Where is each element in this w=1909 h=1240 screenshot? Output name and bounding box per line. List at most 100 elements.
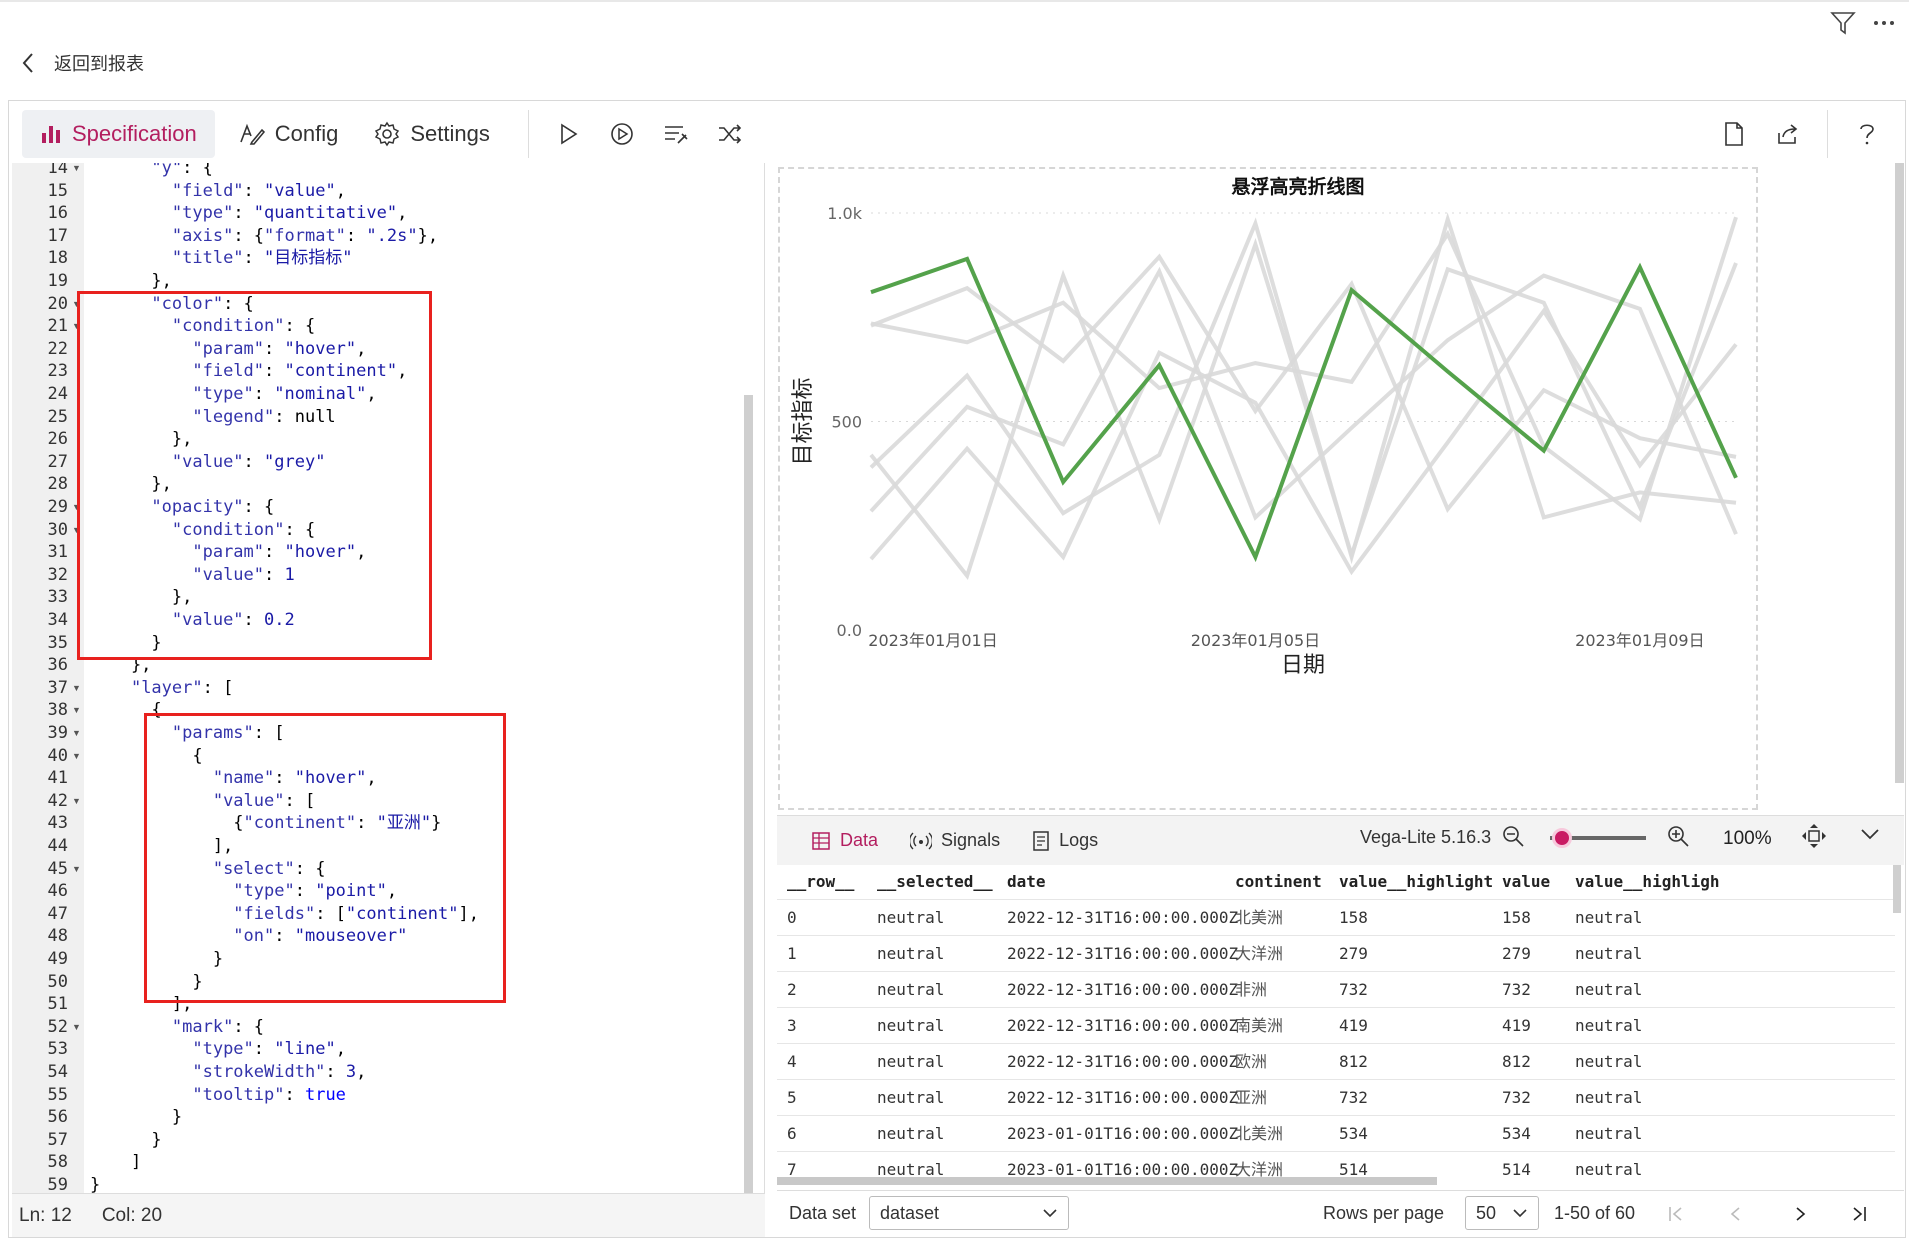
zoom-out-icon[interactable]	[1500, 823, 1526, 849]
line-number: 34	[47, 610, 68, 630]
table-row[interactable]: 2 neutral 2022-12-31T16:00:00.000Z 非洲 732 732…	[777, 971, 1895, 1007]
table-cell: 812	[1339, 1052, 1368, 1071]
table-cell: neutral	[1575, 1088, 1643, 1107]
previous-page-icon[interactable]	[1726, 1204, 1746, 1224]
zoom-in-icon[interactable]	[1665, 823, 1691, 849]
tab-signals[interactable]: Signals	[894, 820, 1016, 862]
help-button[interactable]	[1840, 110, 1894, 158]
table-row[interactable]: 1 neutral 2022-12-31T16:00:00.000Z 大洋洲 279 27…	[777, 935, 1895, 971]
line-number: 26	[47, 429, 68, 450]
table-cell: 534	[1502, 1124, 1531, 1143]
shuffle-button[interactable]	[703, 110, 757, 158]
fold-toggle-icon[interactable]: ▼	[72, 163, 81, 180]
next-page-icon[interactable]	[1790, 1204, 1810, 1224]
y-tick-label: 0.0	[837, 621, 862, 640]
table-cell: 5	[787, 1088, 797, 1107]
table-cell: 158	[1339, 908, 1368, 927]
table-cell: 2022-12-31T16:00:00.000Z	[1007, 944, 1239, 963]
code-line: ]	[90, 1152, 142, 1173]
table-cell: 534	[1339, 1124, 1368, 1143]
shuffle-icon	[718, 124, 741, 144]
data-table: __row__ __selected__ date continent value__h…	[777, 865, 1895, 1177]
fold-toggle-icon[interactable]: ▼	[72, 1016, 81, 1039]
series-line	[869, 212, 1737, 565]
cursor-line: Ln: 12	[19, 1204, 72, 1226]
table-cell: 279	[1339, 944, 1368, 963]
column-header[interactable]: date	[1007, 865, 1046, 899]
tab-config[interactable]: Config	[221, 110, 357, 158]
dataset-select[interactable]: dataset	[869, 1196, 1069, 1230]
table-row[interactable]: 3 neutral 2022-12-31T16:00:00.000Z 南美洲 419 41…	[777, 1007, 1895, 1043]
rows-per-page-select[interactable]: 50	[1465, 1196, 1539, 1230]
zoom-slider-handle[interactable]	[1551, 828, 1572, 848]
line-number: 27	[47, 451, 68, 472]
chart[interactable]: 悬浮高亮折线图 0.0 500 1.0k 目标指标 2023年01月01日 2023年01月…	[778, 163, 1888, 810]
share-button[interactable]	[1761, 110, 1815, 158]
line-number: 51	[47, 994, 68, 1015]
table-cell: neutral	[1575, 1124, 1643, 1143]
fold-toggle-icon[interactable]: ▼	[72, 722, 81, 745]
line-number: 37	[47, 677, 68, 698]
column-header[interactable]: value__highlight	[1339, 865, 1493, 899]
last-page-icon[interactable]	[1849, 1204, 1869, 1224]
fold-toggle-icon[interactable]: ▼	[72, 677, 81, 700]
line-number: 22	[47, 338, 68, 359]
tab-settings[interactable]: Settings	[356, 110, 508, 158]
table-cell: 2022-12-31T16:00:00.000Z	[1007, 980, 1239, 999]
config-pen-icon	[240, 123, 265, 145]
column-header[interactable]: __row__	[787, 865, 854, 899]
fold-toggle-icon[interactable]: ▼	[72, 790, 81, 813]
more-options-icon[interactable]	[1871, 10, 1897, 36]
back-to-report-link[interactable]: 返回到报表	[20, 48, 144, 78]
tab-specification[interactable]: Specification	[22, 110, 215, 158]
line-number: 29	[47, 497, 68, 517]
table-cell: neutral	[877, 1124, 945, 1143]
chart-scrollbar[interactable]	[1895, 163, 1904, 783]
column-header[interactable]: __selected__	[877, 865, 993, 899]
first-page-icon[interactable]	[1666, 1204, 1686, 1224]
column-header[interactable]: value__highligh	[1575, 865, 1720, 899]
line-number: 17	[47, 225, 68, 246]
table-row[interactable]: 0 neutral 2022-12-31T16:00:00.000Z 北美洲 158 15…	[777, 899, 1895, 935]
table-cell: 0	[787, 908, 797, 927]
column-header[interactable]: value	[1502, 865, 1550, 899]
run-button[interactable]	[541, 110, 595, 158]
column-header[interactable]: continent	[1235, 865, 1322, 899]
fold-toggle-icon[interactable]: ▼	[72, 858, 81, 881]
y-axis-title: 目标指标	[791, 377, 816, 465]
code-line: "mark": {	[171, 1016, 265, 1037]
table-cell: 2022-12-31T16:00:00.000Z	[1007, 1088, 1239, 1107]
signal-icon	[910, 831, 933, 850]
gear-icon	[375, 121, 400, 147]
format-button[interactable]	[649, 110, 703, 158]
table-row[interactable]: 5 neutral 2022-12-31T16:00:00.000Z 亚洲 732 732…	[777, 1079, 1895, 1115]
top-right-icons	[1829, 10, 1897, 36]
tab-data[interactable]: Data	[795, 820, 894, 862]
chart-title: 悬浮高亮折线图	[1231, 175, 1364, 198]
fold-toggle-icon[interactable]: ▼	[72, 745, 81, 768]
table-cell: 北美洲	[1235, 908, 1284, 927]
line-number: 47	[47, 903, 68, 924]
auto-run-button[interactable]	[595, 110, 649, 158]
code-line: }	[90, 1175, 101, 1193]
table-cell: 1	[787, 944, 797, 963]
play-icon	[561, 123, 578, 145]
table-row[interactable]: 7 neutral 2023-01-01T16:00:00.000Z 大洋洲 514 51…	[777, 1151, 1895, 1177]
line-number: 44	[47, 836, 68, 856]
fold-toggle-icon[interactable]: ▼	[72, 699, 81, 722]
table-vertical-scrollbar[interactable]	[1893, 865, 1901, 913]
table-horizontal-scrollbar[interactable]	[777, 1177, 1437, 1185]
chevron-down-icon[interactable]	[1858, 822, 1882, 846]
tab-logs[interactable]: Logs	[1016, 820, 1114, 862]
editor-scrollbar[interactable]	[744, 395, 753, 1195]
y-tick-label: 500	[831, 413, 862, 432]
table-row[interactable]: 4 neutral 2022-12-31T16:00:00.000Z 欧洲 812 812…	[777, 1043, 1895, 1079]
new-file-button[interactable]	[1707, 110, 1761, 158]
line-number: 15	[47, 180, 68, 201]
filter-icon[interactable]	[1829, 10, 1857, 36]
code-editor[interactable]: 14 ▼ "y": {15 "field": "value", 16 "type":…	[12, 163, 765, 1193]
table-cell: 514	[1502, 1160, 1531, 1177]
fit-view-icon[interactable]	[1800, 822, 1828, 850]
table-row[interactable]: 6 neutral 2023-01-01T16:00:00.000Z 北美洲 534 53…	[777, 1115, 1895, 1151]
line-number: 49	[47, 949, 68, 969]
